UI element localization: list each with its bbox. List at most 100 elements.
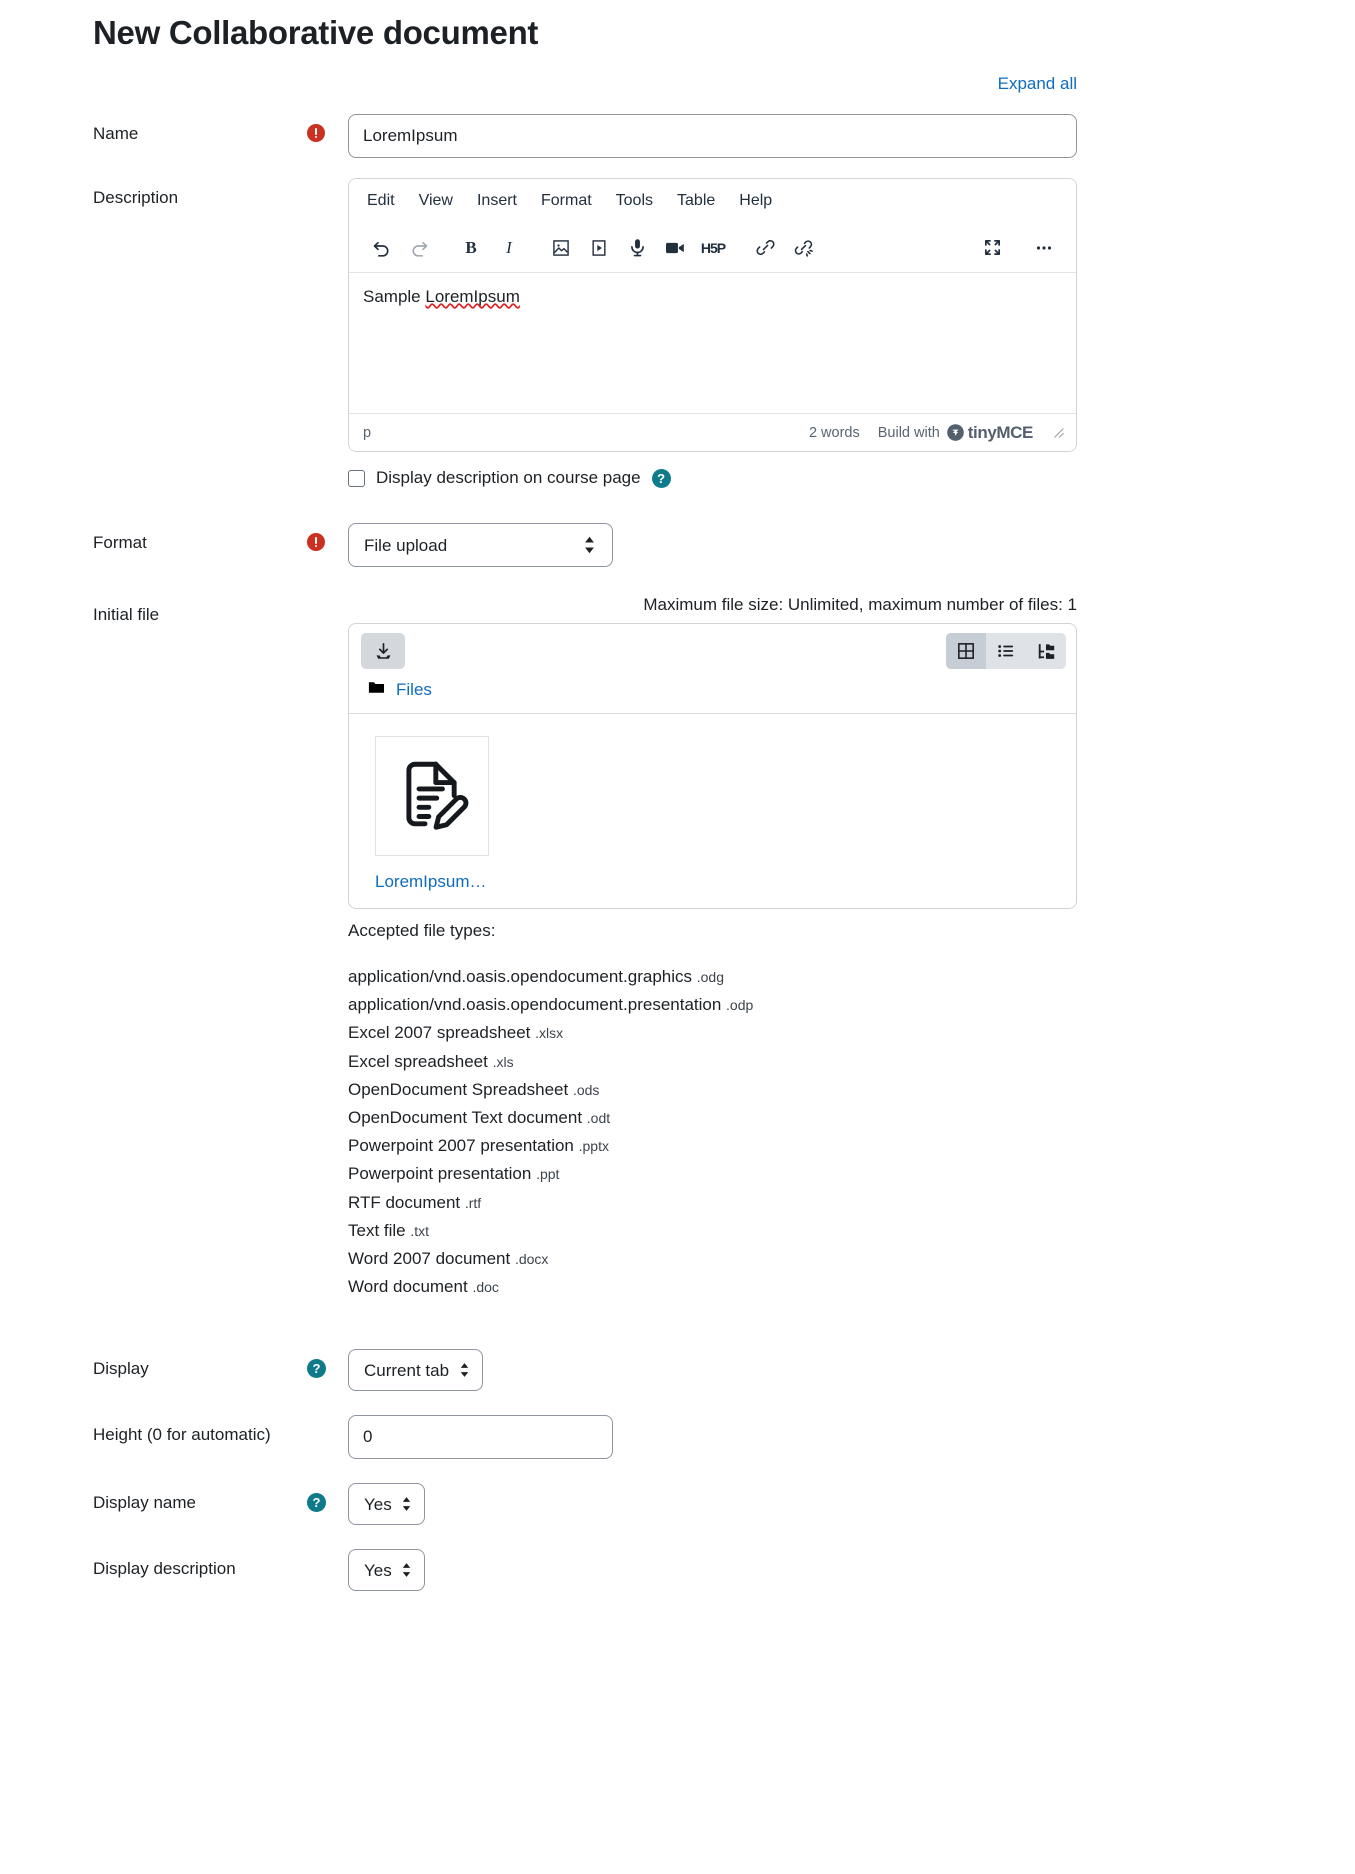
description-icon-slot	[307, 178, 348, 188]
file-manager-view-toggles	[946, 633, 1066, 669]
list-view-icon[interactable]	[986, 633, 1026, 669]
display-description-select[interactable]: Yes	[348, 1549, 425, 1592]
format-select[interactable]: File upload	[348, 523, 613, 567]
document-edit-icon	[394, 756, 470, 837]
accepted-type-name: Powerpoint presentation	[348, 1164, 532, 1184]
folder-icon	[367, 678, 386, 702]
editor-resize-handle[interactable]	[1051, 425, 1066, 440]
editor-status-right: 2 words Build with tinyMCE	[809, 423, 1066, 443]
grid-view-icon[interactable]	[946, 633, 986, 669]
accepted-type-ext: .rtf	[464, 1194, 482, 1211]
editor-menu-view[interactable]: View	[407, 187, 465, 215]
display-description-checkbox[interactable]	[348, 469, 365, 487]
editor-word-count: 2 words	[808, 424, 860, 441]
accepted-type-ext: .txt	[410, 1222, 430, 1239]
image-icon[interactable]	[543, 230, 579, 266]
tinymce-branding[interactable]: Build with tinyMCE	[878, 422, 1034, 443]
tinymce-brand-name: tinyMCE	[967, 422, 1034, 442]
form-row-display-name: Display name ? Yes	[0, 1483, 1355, 1526]
add-file-download-icon[interactable]	[361, 633, 405, 669]
microphone-icon[interactable]	[619, 230, 655, 266]
more-options-icon[interactable]	[1026, 230, 1062, 266]
form-row-display-description: Display description Yes	[0, 1549, 1355, 1592]
editor-menu-help[interactable]: Help	[727, 187, 784, 215]
accepted-type-row: OpenDocument Text document .odt	[348, 1104, 1355, 1132]
editor-element-path[interactable]: p	[363, 425, 371, 441]
accepted-type-ext: .xls	[492, 1053, 514, 1070]
bottom-spacer	[0, 1591, 1355, 1601]
required-exclamation-icon	[307, 533, 325, 551]
video-camera-icon[interactable]	[657, 230, 693, 266]
display-select-wrapper: Current tab	[348, 1349, 483, 1392]
accepted-type-name: application/vnd.oasis.opendocument.prese…	[348, 995, 722, 1015]
editor-statusbar: p 2 words Build with tinyMCE	[349, 413, 1076, 451]
accepted-type-row: Excel spreadsheet .xls	[348, 1048, 1355, 1076]
format-required-marker	[307, 523, 348, 556]
editor-menu-insert[interactable]: Insert	[465, 187, 529, 215]
display-name-select-wrapper: Yes	[348, 1483, 425, 1526]
accepted-type-row: application/vnd.oasis.opendocument.graph…	[348, 963, 1355, 991]
display-description-checkbox-row: Display description on course page ?	[348, 468, 1355, 488]
accepted-type-name: application/vnd.oasis.opendocument.graph…	[348, 967, 693, 986]
name-input[interactable]	[348, 114, 1077, 158]
accepted-type-name: Excel spreadsheet	[348, 1051, 488, 1071]
form-row-height: Height (0 for automatic)	[0, 1415, 1355, 1460]
h5p-icon[interactable]: H5P	[695, 230, 731, 266]
editor-content-area[interactable]: Sample LoremIpsum	[349, 273, 1076, 413]
expand-all-link[interactable]: Expand all	[998, 74, 1077, 93]
accepted-file-types-title: Accepted file types:	[348, 921, 496, 940]
initial-file-icon-slot	[307, 595, 348, 605]
accepted-type-name: Word document	[348, 1277, 468, 1297]
bold-icon[interactable]: B	[453, 230, 489, 266]
file-item-name[interactable]: LoremIpsum…	[375, 872, 491, 892]
accepted-type-ext: .doc	[472, 1279, 499, 1296]
help-question-icon[interactable]: ?	[307, 1493, 326, 1513]
accepted-type-ext: .odg	[696, 969, 724, 985]
accepted-type-ext: .odt	[586, 1110, 611, 1127]
editor-menu-table[interactable]: Table	[665, 187, 727, 215]
breadcrumb-files-link[interactable]: Files	[396, 680, 432, 700]
required-exclamation-icon	[307, 124, 325, 142]
height-icon-slot	[307, 1415, 348, 1425]
editor-menu-tools[interactable]: Tools	[604, 187, 665, 215]
file-item[interactable]: LoremIpsum…	[375, 736, 491, 892]
display-name-select[interactable]: Yes	[348, 1483, 425, 1526]
form-row-format: Format File upload	[0, 523, 1355, 567]
unlink-icon[interactable]	[785, 230, 821, 266]
accepted-type-name: RTF document	[348, 1192, 461, 1212]
accepted-type-row: RTF document .rtf	[348, 1189, 1355, 1217]
display-description-label: Display description	[93, 1559, 236, 1579]
editor-menu-format[interactable]: Format	[529, 187, 604, 215]
link-icon[interactable]	[747, 230, 783, 266]
display-help-slot: ?	[307, 1349, 348, 1379]
initial-file-label: Initial file	[93, 605, 160, 624]
page-title: New Collaborative document	[93, 14, 539, 51]
italic-icon[interactable]: I	[491, 230, 527, 266]
accepted-type-ext: .pptx	[578, 1138, 609, 1155]
accepted-type-row: Powerpoint 2007 presentation .pptx	[348, 1132, 1355, 1160]
h5p-label: H5P	[700, 239, 726, 256]
description-label: Description	[93, 188, 179, 207]
fullscreen-icon[interactable]	[974, 230, 1010, 266]
file-manager: Files LoremIpsum…	[348, 623, 1077, 909]
accepted-type-ext: .odp	[726, 997, 754, 1014]
collaborative-document-form-page: New Collaborative document Expand all Na…	[0, 0, 1355, 1621]
form-row-display: Display ? Current tab	[0, 1349, 1355, 1392]
name-required-marker	[307, 114, 348, 147]
undo-icon[interactable]	[363, 230, 399, 266]
file-manager-body: LoremIpsum…	[349, 714, 1076, 908]
help-question-icon[interactable]: ?	[307, 1359, 326, 1379]
editor-menubar: Edit View Insert Format Tools Table Help	[349, 179, 1076, 223]
accepted-type-name: Text file	[348, 1220, 406, 1240]
accepted-type-name: Word 2007 document	[348, 1249, 511, 1269]
editor-toolbar: B I H5P	[349, 223, 1076, 273]
height-input[interactable]	[348, 1415, 613, 1460]
help-question-icon[interactable]: ?	[651, 468, 671, 488]
editor-menu-edit[interactable]: Edit	[355, 187, 407, 215]
accepted-type-name: Excel 2007 spreadsheet	[348, 1023, 531, 1043]
tree-view-icon[interactable]	[1026, 633, 1066, 669]
display-select[interactable]: Current tab	[348, 1349, 483, 1392]
accepted-type-name: OpenDocument Spreadsheet	[348, 1079, 569, 1099]
media-play-icon[interactable]	[581, 230, 617, 266]
form-row-name: Name	[0, 114, 1355, 158]
